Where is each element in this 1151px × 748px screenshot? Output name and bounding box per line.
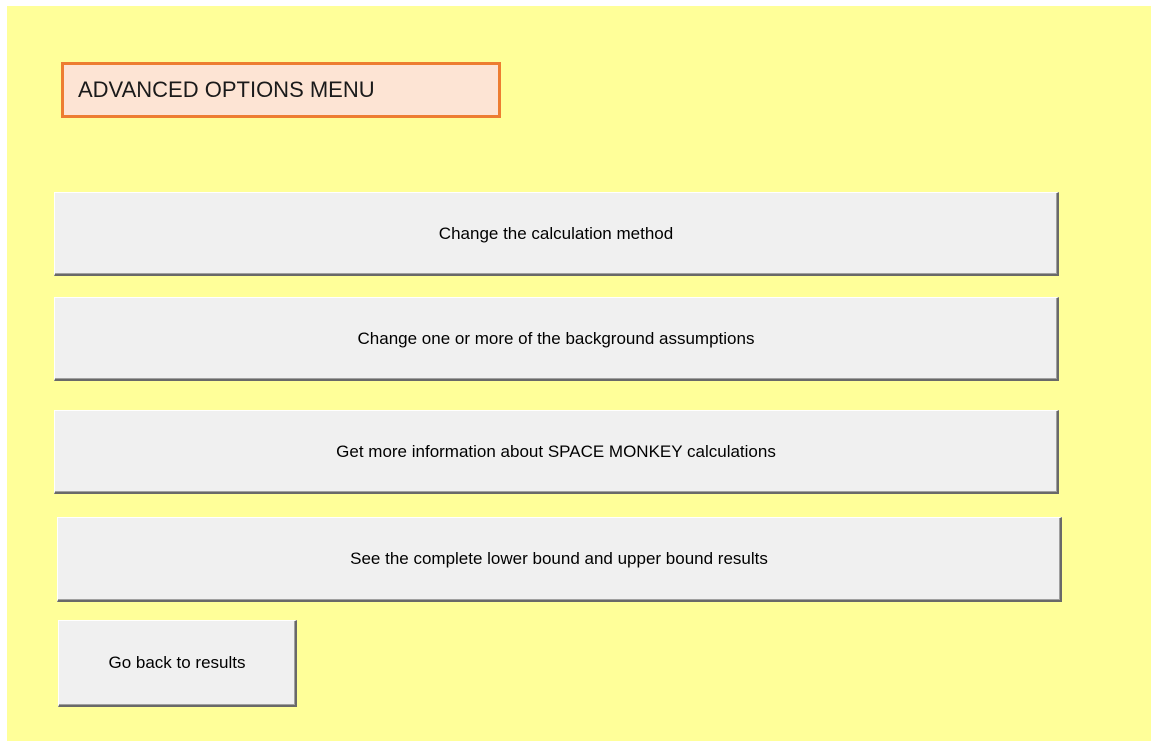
see-bound-results-label: See the complete lower bound and upper b…	[350, 549, 768, 568]
go-back-to-results-label: Go back to results	[108, 653, 246, 672]
change-background-assumptions-label: Change one or more of the background ass…	[357, 328, 755, 348]
go-back-to-results-button[interactable]: Go back to results	[58, 620, 297, 707]
change-calculation-method-button[interactable]: Change the calculation method	[54, 192, 1059, 276]
change-calculation-method-label: Change the calculation method	[438, 223, 674, 243]
menu-title: ADVANCED OPTIONS MENU	[61, 62, 501, 118]
change-background-assumptions-button[interactable]: Change one or more of the background ass…	[54, 297, 1059, 381]
see-bound-results-button[interactable]: See the complete lower bound and upper b…	[57, 517, 1062, 602]
menu-title-text: ADVANCED OPTIONS MENU	[78, 77, 375, 102]
more-information-label: Get more information about SPACE MONKEY …	[336, 441, 776, 461]
advanced-options-panel: ADVANCED OPTIONS MENU Change the calcula…	[7, 6, 1151, 741]
more-information-button[interactable]: Get more information about SPACE MONKEY …	[54, 410, 1059, 494]
